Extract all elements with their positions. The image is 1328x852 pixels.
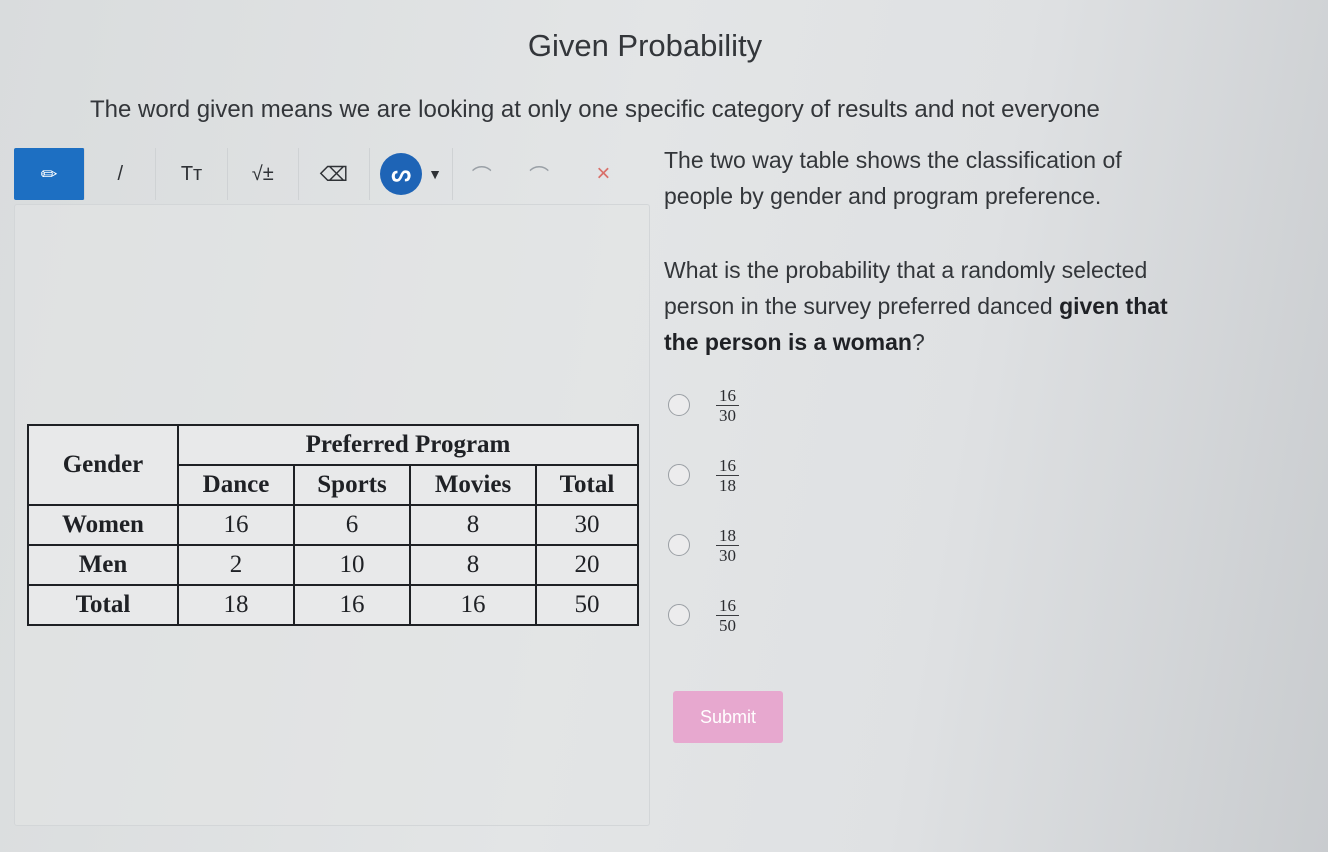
table-row: Women 16 6 8 30 — [27, 504, 639, 546]
table-cell: 16 — [293, 584, 411, 626]
table-cell: 2 — [177, 544, 295, 586]
chevron-down-icon: ▼ — [428, 166, 442, 182]
numerator: 18 — [716, 526, 739, 546]
table-row: Men 2 10 8 20 — [27, 544, 639, 586]
table-row: Total 18 16 16 50 — [27, 584, 639, 626]
radio-button[interactable] — [668, 604, 690, 626]
fraction: 16 30 — [716, 386, 739, 425]
answer-option[interactable]: 16 18 — [668, 440, 739, 510]
fraction: 16 18 — [716, 456, 739, 495]
table-col-header: Movies — [409, 464, 537, 506]
denominator: 18 — [719, 475, 736, 495]
undo-button[interactable]: ⌒ — [453, 148, 510, 200]
prompt-text: ? — [911, 329, 925, 355]
table-col-header: Total — [535, 464, 639, 506]
table-cell: 16 — [177, 504, 295, 546]
pencil-icon: ✏ — [40, 163, 58, 186]
redo-button[interactable]: ⌒ — [510, 148, 567, 200]
fraction: 16 50 — [716, 596, 739, 635]
prompt-line: person in the survey preferred danced gi… — [664, 288, 1264, 324]
page-subtitle: The word given means we are looking at o… — [90, 96, 1100, 123]
text-tool-button[interactable]: Tт — [156, 148, 228, 200]
table-cell: 10 — [293, 544, 411, 586]
clear-button[interactable]: × — [568, 148, 639, 200]
table-cell: 30 — [535, 504, 639, 546]
prompt-line: the person is a woman? — [664, 324, 1264, 360]
denominator: 50 — [719, 615, 736, 635]
table-row-label: Men — [27, 544, 179, 586]
line-tool-button[interactable]: / — [85, 148, 157, 200]
close-icon: × — [596, 160, 611, 187]
prompt-emphasis: given that — [1059, 293, 1168, 319]
intro-line: The two way table shows the classificati… — [664, 147, 1122, 173]
denominator: 30 — [719, 405, 736, 425]
radio-button[interactable] — [668, 394, 690, 416]
table-col-header: Sports — [293, 464, 411, 506]
page-title: Given Probability — [527, 28, 763, 63]
table-cell: 6 — [293, 504, 411, 546]
prompt-text: person in the survey preferred danced — [664, 293, 1060, 319]
question-text: The two way table shows the classificati… — [664, 142, 1264, 360]
table-cell: 20 — [535, 544, 639, 586]
table-header-gender: Gender — [27, 424, 179, 506]
radio-button[interactable] — [668, 464, 690, 486]
numerator: 16 — [716, 386, 739, 406]
table-cell: 16 — [409, 584, 537, 626]
two-way-table: Gender Preferred Program Dance Sports Mo… — [27, 424, 639, 626]
pencil-tool-button[interactable]: ✏ — [14, 148, 86, 200]
table-row-label: Total — [27, 584, 179, 626]
table-cell: 8 — [409, 504, 537, 546]
eraser-tool-button[interactable]: ⌫ — [299, 148, 371, 200]
intro-line: people by gender and program preference. — [664, 183, 1102, 209]
redo-icon: ⌒ — [529, 165, 550, 188]
prompt-emphasis: the person is a woman — [664, 329, 912, 355]
undo-icon: ⌒ — [471, 165, 492, 188]
numerator: 16 — [716, 596, 739, 616]
radio-button[interactable] — [668, 534, 690, 556]
answer-option[interactable]: 18 30 — [668, 510, 739, 580]
table-cell: 18 — [177, 584, 295, 626]
fraction: 18 30 — [716, 526, 739, 565]
answer-options: 16 30 16 18 18 30 16 50 — [668, 370, 739, 650]
color-picker-button[interactable]: ᔕ ▼ — [370, 148, 454, 200]
text-size-icon: Tт — [180, 162, 203, 185]
numerator: 16 — [716, 456, 739, 476]
table-cell: 8 — [409, 544, 537, 586]
prompt-line: What is the probability that a randomly … — [664, 257, 1148, 283]
drawing-toolbar: ✏ / Tт √± ⌫ ᔕ ▼ ⌒ ⌒ × — [14, 146, 639, 202]
color-picker-icon: ᔕ — [380, 153, 423, 195]
table-col-header: Dance — [177, 464, 295, 506]
answer-option[interactable]: 16 50 — [668, 580, 739, 650]
table-cell: 50 — [535, 584, 639, 626]
line-icon: / — [117, 162, 124, 185]
table-header-preferred-program: Preferred Program — [177, 424, 639, 466]
eraser-icon: ⌫ — [319, 163, 349, 186]
math-tool-button[interactable]: √± — [228, 148, 299, 200]
submit-button[interactable]: Submit — [673, 691, 783, 743]
math-icon: √± — [251, 162, 274, 185]
table-row-label: Women — [27, 504, 179, 546]
answer-option[interactable]: 16 30 — [668, 370, 739, 440]
denominator: 30 — [719, 545, 736, 565]
